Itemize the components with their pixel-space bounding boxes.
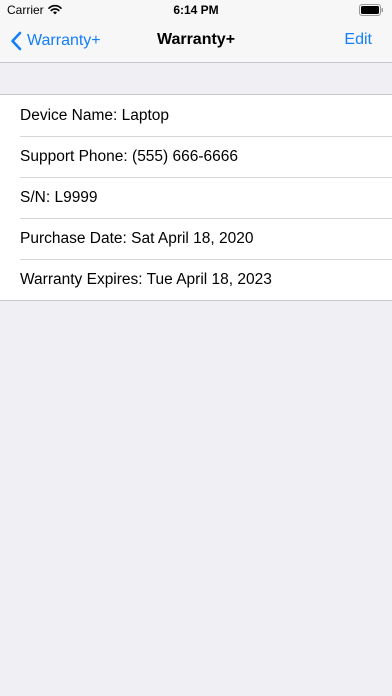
navigation-bar: Warranty+ Warranty+ Edit: [0, 20, 392, 63]
purchase-date-row: Purchase Date: Sat April 18, 2020: [0, 218, 392, 259]
edit-button[interactable]: Edit: [344, 31, 372, 49]
warranty-expires-row: Warranty Expires: Tue April 18, 2023: [0, 259, 392, 300]
support-phone-row: Support Phone: (555) 666-6666: [0, 136, 392, 177]
serial-number-row: S/N: L9999: [0, 177, 392, 218]
status-bar: Carrier 6:14 PM: [0, 0, 392, 20]
battery-icon: [359, 4, 383, 16]
device-name-row: Device Name: Laptop: [20, 107, 170, 124]
details-table: Device Name: Laptop Support Phone: (555)…: [0, 94, 392, 301]
page-title: Warranty+: [156, 31, 236, 48]
status-time: 6:14 PM: [173, 3, 219, 17]
